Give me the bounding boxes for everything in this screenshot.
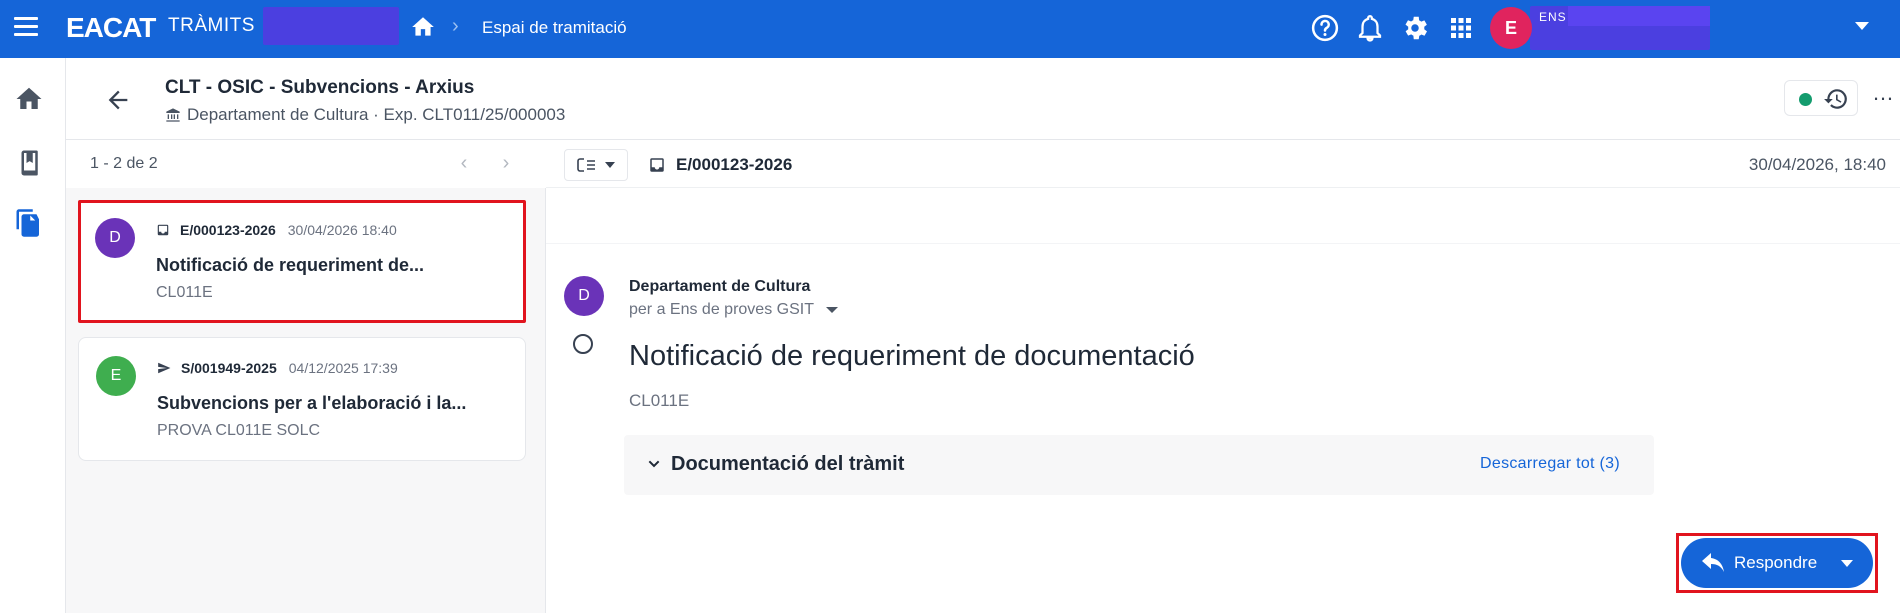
help-icon[interactable] — [1310, 13, 1340, 43]
download-all-link[interactable]: Descarregar tot (3) — [1480, 455, 1620, 473]
case-subtitle: Departament de Cultura · Exp. CLT011/25/… — [165, 105, 565, 125]
message-recipient: per a Ens de proves GSIT — [629, 301, 814, 318]
chevron-down-icon[interactable] — [1841, 560, 1853, 567]
avatar: E — [96, 356, 136, 396]
chevron-down-icon — [825, 307, 838, 313]
next-page-icon[interactable]: › — [494, 152, 518, 176]
case-title: CLT - OSIC - Subvencions - Arxius — [165, 77, 475, 98]
more-options-icon[interactable]: … — [1872, 82, 1896, 112]
case-subtitle-text: Departament de Cultura · Exp. CLT011/25/… — [187, 105, 566, 124]
user-avatar[interactable]: E — [1490, 7, 1532, 49]
avatar: D — [564, 276, 604, 316]
book-icon[interactable] — [14, 148, 44, 178]
list-header: 1 - 2 de 2 ‹ › — [66, 140, 546, 188]
documents-icon[interactable] — [14, 208, 44, 238]
list-item-ref: S/001949-2025 — [181, 360, 277, 376]
top-bar: EACAT TRÀMITS › Espai de tramitació E EN… — [0, 0, 1900, 58]
left-rail — [0, 58, 66, 613]
chevron-down-icon — [605, 162, 615, 168]
view-toggle-button[interactable] — [564, 149, 628, 181]
gear-icon[interactable] — [1400, 13, 1430, 43]
list-item-date: 04/12/2025 17:39 — [288, 360, 398, 376]
reply-icon — [1702, 553, 1724, 572]
list-count: 1 - 2 de 2 — [90, 155, 158, 172]
brand-subtitle: TRÀMITS — [168, 15, 255, 36]
case-header: CLT - OSIC - Subvencions - Arxius Depart… — [66, 58, 1900, 140]
chevron-down-icon[interactable] — [1855, 22, 1869, 30]
status-widget — [1784, 80, 1858, 116]
list-item-ref: E/000123-2026 — [180, 222, 276, 238]
brand-logo[interactable]: EACAT — [66, 12, 156, 44]
breadcrumb-separator-icon: › — [452, 15, 459, 37]
apps-grid-icon[interactable] — [1446, 13, 1476, 43]
menu-icon[interactable] — [14, 17, 38, 37]
detail-spacer — [546, 188, 1900, 244]
list-view-icon — [577, 158, 595, 172]
back-arrow-icon[interactable] — [104, 86, 132, 114]
history-icon[interactable] — [1823, 86, 1849, 112]
detail-toolbar: E/000123-2026 30/04/2026, 18:40 — [546, 140, 1900, 188]
institution-icon — [166, 108, 180, 122]
list-item-code: PROVA CL011E SOLC — [157, 422, 321, 439]
redacted-area — [263, 7, 399, 45]
inbox-icon — [650, 158, 664, 172]
detail-date: 30/04/2026, 18:40 — [1748, 155, 1886, 174]
list-item-title: Subvencions per a l'elaboració i la... — [157, 393, 467, 413]
message-sender: Departament de Cultura — [629, 278, 811, 295]
list-item-code: CL011E — [156, 284, 213, 301]
user-org-label: ENS — [1539, 10, 1567, 24]
list-item-meta: S/001949-2025 04/12/2025 17:39 — [157, 360, 398, 376]
send-icon — [158, 362, 171, 374]
message-recipient-toggle[interactable]: per a Ens de proves GSIT — [629, 301, 838, 319]
list-item[interactable]: D E/000123-2026 30/04/2026 18:40 Notific… — [78, 200, 526, 323]
select-radio[interactable] — [573, 334, 593, 354]
breadcrumb-current[interactable]: Espai de tramitació — [482, 18, 627, 38]
inbox-icon — [157, 224, 169, 236]
detail-ref-text: E/000123-2026 — [676, 155, 793, 174]
list-item-date: 30/04/2026 18:40 — [287, 222, 397, 238]
detail-ref: E/000123-2026 — [648, 155, 792, 175]
messages-list-pane: 1 - 2 de 2 ‹ › D E/000123-2026 30/04/202… — [66, 140, 546, 613]
reply-label: Respondre — [1734, 553, 1818, 572]
reply-button[interactable]: Respondre — [1681, 538, 1873, 588]
redacted-area — [1568, 6, 1710, 26]
status-dot — [1799, 93, 1812, 106]
message-title: Notificació de requeriment de documentac… — [629, 340, 1195, 372]
list-item[interactable]: E S/001949-2025 04/12/2025 17:39 Subvenc… — [78, 337, 526, 461]
bell-icon[interactable] — [1355, 13, 1385, 43]
avatar: D — [95, 218, 135, 258]
home-icon[interactable] — [410, 14, 436, 40]
list-item-title: Notificació de requeriment de... — [156, 255, 425, 275]
previous-page-icon[interactable]: ‹ — [452, 152, 476, 176]
message-code: CL011E — [629, 391, 690, 410]
list-item-meta: E/000123-2026 30/04/2026 18:40 — [156, 222, 397, 238]
documents-section[interactable]: Documentació del tràmit Descarregar tot … — [624, 435, 1654, 495]
home-icon[interactable] — [14, 84, 44, 114]
documents-title: Documentació del tràmit — [671, 453, 905, 475]
chevron-down-icon — [648, 460, 660, 468]
